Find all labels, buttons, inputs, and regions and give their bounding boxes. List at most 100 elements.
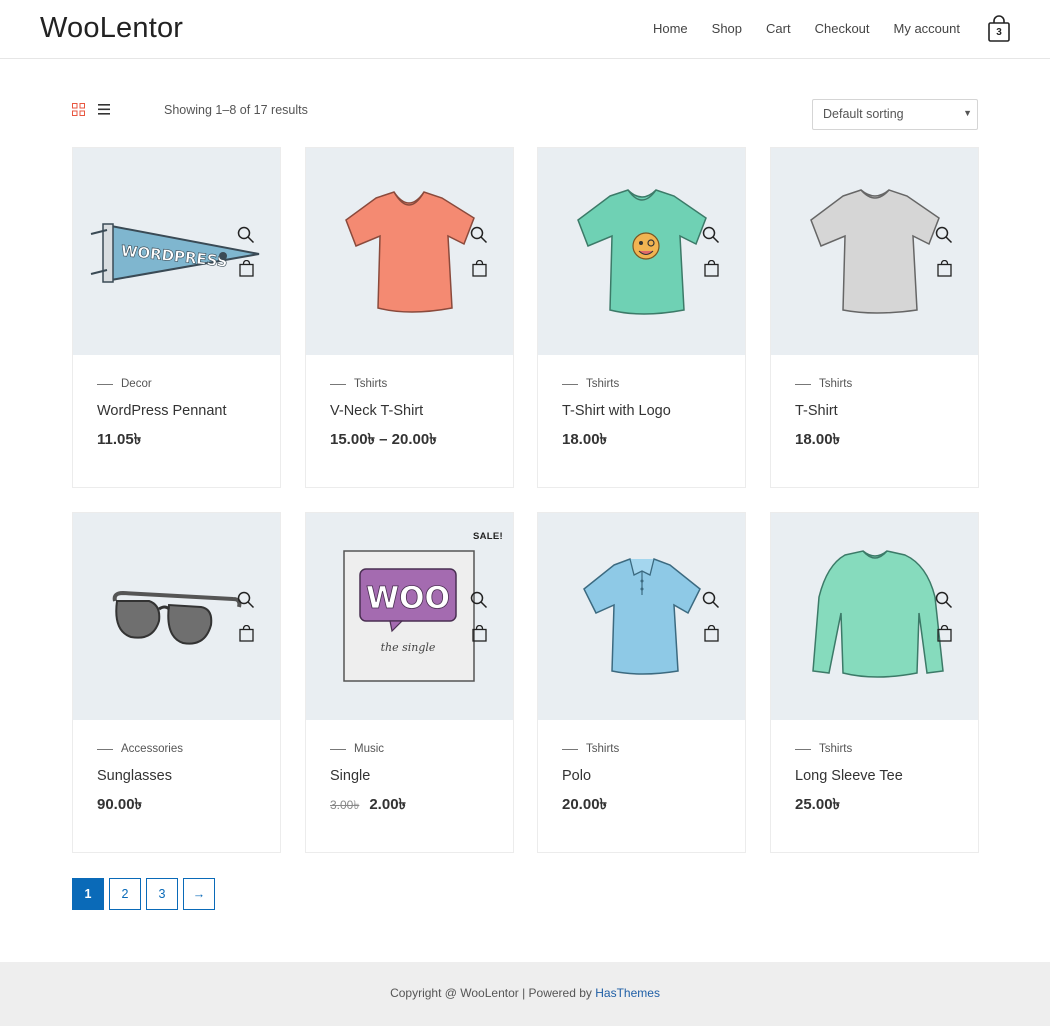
product-card[interactable]: WORDPRESS Decor WordPress Pennant 11.05৳	[72, 147, 281, 488]
product-card[interactable]: Tshirts Long Sleeve Tee 25.00৳	[770, 512, 979, 853]
product-category[interactable]: Decor	[97, 378, 152, 390]
result-count: Showing 1–8 of 17 results	[164, 103, 308, 117]
product-image[interactable]	[538, 148, 745, 355]
product-image[interactable]: WORDPRESS	[73, 148, 280, 355]
pennant-image: WORDPRESS	[90, 223, 260, 283]
search-icon[interactable]	[470, 591, 488, 609]
category-dash	[795, 383, 811, 385]
category-dash	[795, 748, 811, 750]
add-to-cart-icon[interactable]	[239, 259, 254, 277]
next-page-button[interactable]: →	[183, 878, 215, 910]
page-1-button[interactable]: 1	[72, 878, 104, 910]
price-value: 20.00৳	[562, 796, 608, 813]
sale-price: 2.00৳	[369, 796, 407, 813]
search-icon[interactable]	[237, 591, 255, 609]
cart-count-badge: 3	[996, 27, 1002, 38]
category-dash	[97, 383, 113, 385]
product-card[interactable]: Tshirts V-Neck T-Shirt 15.00৳ – 20.00৳	[305, 147, 514, 488]
product-price: 90.00৳	[97, 793, 142, 818]
search-icon[interactable]	[470, 226, 488, 244]
site-header: WooLentor Home Shop Cart Checkout My acc…	[0, 0, 1050, 59]
product-category[interactable]: Tshirts	[330, 378, 387, 390]
product-category[interactable]: Tshirts	[562, 378, 619, 390]
category-label: Tshirts	[819, 378, 853, 390]
add-to-cart-icon[interactable]	[239, 624, 254, 642]
shopping-bag-icon[interactable]: 3	[987, 15, 1011, 42]
category-label: Tshirts	[819, 743, 853, 755]
product-category[interactable]: Accessories	[97, 743, 183, 755]
category-label: Tshirts	[586, 378, 620, 390]
product-title[interactable]: T-Shirt with Logo	[562, 403, 671, 419]
product-price: 11.05৳	[97, 428, 141, 453]
sale-badge: SALE!	[473, 531, 503, 542]
original-price: 3.00৳	[330, 798, 360, 812]
price-value: 25.00৳	[795, 796, 841, 813]
product-category[interactable]: Music	[330, 743, 384, 755]
category-dash	[330, 383, 346, 385]
product-title[interactable]: Sunglasses	[97, 768, 172, 784]
product-category[interactable]: Tshirts	[795, 378, 852, 390]
product-title[interactable]: Polo	[562, 768, 591, 784]
nav-home[interactable]: Home	[653, 21, 688, 36]
list-view-icon[interactable]	[98, 103, 112, 116]
polo-image	[583, 558, 701, 675]
product-category[interactable]: Tshirts	[562, 743, 619, 755]
sorting-selected-value: Default sorting	[823, 107, 904, 121]
nav-cart[interactable]: Cart	[766, 21, 791, 36]
add-to-cart-icon[interactable]	[937, 259, 952, 277]
search-icon[interactable]	[702, 226, 720, 244]
add-to-cart-icon[interactable]	[937, 624, 952, 642]
sorting-select[interactable]: Default sorting ▼	[812, 99, 978, 130]
search-icon[interactable]	[935, 591, 953, 609]
product-title[interactable]: Single	[330, 768, 370, 784]
product-image[interactable]	[538, 513, 745, 720]
site-logo[interactable]: WooLentor	[40, 12, 183, 45]
album-cover-subtext: the single	[381, 641, 436, 654]
category-label: Music	[354, 743, 385, 755]
product-image[interactable]	[73, 513, 280, 720]
product-card[interactable]: Tshirts T-Shirt with Logo 18.00৳	[537, 147, 746, 488]
search-icon[interactable]	[935, 226, 953, 244]
product-title[interactable]: T-Shirt	[795, 403, 838, 419]
product-card[interactable]: Tshirts Polo 20.00৳	[537, 512, 746, 853]
add-to-cart-icon[interactable]	[472, 259, 487, 277]
product-price: 25.00৳	[795, 793, 840, 818]
category-dash	[562, 748, 578, 750]
nav-shop[interactable]: Shop	[712, 21, 742, 36]
add-to-cart-icon[interactable]	[472, 624, 487, 642]
hasthemes-link[interactable]: HasThemes	[595, 986, 660, 1000]
category-dash	[562, 383, 578, 385]
product-card[interactable]: Accessories Sunglasses 90.00৳	[72, 512, 281, 853]
search-icon[interactable]	[237, 226, 255, 244]
product-image[interactable]	[771, 148, 978, 355]
product-price: 20.00৳	[562, 793, 607, 818]
product-image[interactable]	[306, 148, 513, 355]
sunglasses-image	[112, 590, 242, 645]
product-card[interactable]: Tshirts T-Shirt 18.00৳	[770, 147, 979, 488]
product-price: 15.00৳ – 20.00৳	[330, 428, 437, 453]
shop-toolbar: Showing 1–8 of 17 results Default sortin…	[72, 96, 978, 132]
product-price: 3.00৳ 2.00৳	[330, 793, 406, 818]
product-price: 18.00৳	[562, 428, 607, 453]
product-card[interactable]: WOO the single SALE! Music Single 3.00৳ 2…	[305, 512, 514, 853]
product-title[interactable]: WordPress Pennant	[97, 403, 227, 419]
add-to-cart-icon[interactable]	[704, 259, 719, 277]
copyright-text: Copyright @ WooLentor | Powered by HasTh…	[0, 986, 1050, 1000]
nav-checkout[interactable]: Checkout	[815, 21, 870, 36]
price-value: 18.00৳	[562, 431, 608, 448]
product-title[interactable]: Long Sleeve Tee	[795, 768, 903, 784]
category-label: Accessories	[121, 743, 183, 755]
page-2-button[interactable]: 2	[109, 878, 141, 910]
product-category[interactable]: Tshirts	[795, 743, 852, 755]
search-icon[interactable]	[702, 591, 720, 609]
price-value: 15.00৳ – 20.00৳	[330, 431, 437, 448]
nav-my-account[interactable]: My account	[894, 21, 960, 36]
product-image[interactable]: WOO the single SALE!	[306, 513, 513, 720]
product-image[interactable]	[771, 513, 978, 720]
tshirt-with-logo-image	[577, 189, 707, 315]
grid-view-icon[interactable]	[72, 103, 85, 116]
product-title[interactable]: V-Neck T-Shirt	[330, 403, 423, 419]
copyright-label: Copyright @ WooLentor | Powered by	[390, 986, 596, 1000]
page-3-button[interactable]: 3	[146, 878, 178, 910]
add-to-cart-icon[interactable]	[704, 624, 719, 642]
